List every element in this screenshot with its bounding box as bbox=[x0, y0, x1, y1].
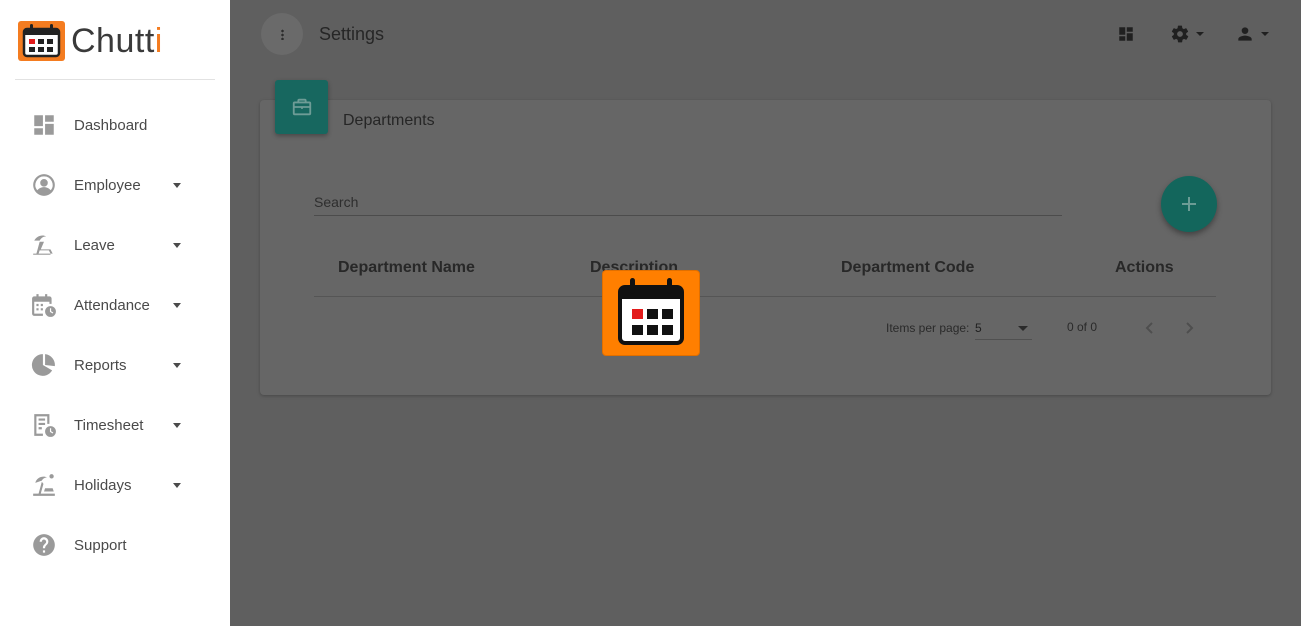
page-range-label: 0 of 0 bbox=[1067, 320, 1098, 334]
caret-down-icon bbox=[1261, 32, 1269, 36]
next-page-button[interactable] bbox=[1179, 318, 1199, 338]
add-department-button[interactable] bbox=[1161, 176, 1217, 232]
page-title: Settings bbox=[319, 24, 385, 44]
sheet-clock-icon bbox=[30, 411, 58, 439]
sidebar-item-label: Support bbox=[74, 536, 127, 554]
person-icon bbox=[1238, 27, 1252, 41]
more-menu-button[interactable] bbox=[261, 13, 303, 55]
sidebar-item-dashboard[interactable]: Dashboard bbox=[0, 95, 230, 155]
chevron-right-icon bbox=[1186, 322, 1194, 334]
sidebar-item-label: Attendance bbox=[74, 296, 150, 314]
sidebar: Chutti Dashboard Employee Leave Attendan… bbox=[0, 0, 230, 626]
sidebar-item-label: Timesheet bbox=[74, 416, 144, 434]
sidebar-item-label: Reports bbox=[74, 356, 127, 374]
caret-down-icon bbox=[173, 363, 181, 368]
loading-spinner bbox=[602, 270, 700, 356]
column-header-department-name[interactable]: Department Name bbox=[338, 259, 475, 277]
sidebar-item-label: Employee bbox=[74, 176, 141, 194]
more-vert-icon bbox=[280, 28, 284, 40]
caret-down-icon bbox=[173, 243, 181, 248]
caret-down-icon bbox=[1196, 32, 1204, 36]
help-circle-icon bbox=[30, 531, 58, 559]
sidebar-nav: Dashboard Employee Leave Attendance Repo… bbox=[0, 95, 230, 575]
sidebar-item-label: Dashboard bbox=[74, 116, 148, 134]
caret-down-icon bbox=[173, 483, 181, 488]
chevron-left-icon bbox=[1145, 322, 1153, 334]
column-header-actions: Actions bbox=[1115, 259, 1174, 276]
table-header-row: Department Name Description Department C… bbox=[314, 252, 1216, 297]
previous-page-button[interactable] bbox=[1140, 318, 1160, 338]
card-badge bbox=[275, 80, 328, 134]
sidebar-item-label: Leave bbox=[74, 236, 115, 254]
dashboard-icon bbox=[1119, 27, 1133, 41]
calendar-clock-icon bbox=[30, 291, 58, 319]
items-per-page-value: 5 bbox=[975, 321, 982, 335]
search-input[interactable] bbox=[314, 189, 1062, 216]
caret-down-icon bbox=[173, 303, 181, 308]
items-per-page-select[interactable]: 5 bbox=[975, 318, 1032, 340]
gear-icon bbox=[1171, 25, 1189, 43]
island-icon bbox=[30, 471, 58, 499]
calendar-loader-icon bbox=[618, 278, 684, 345]
sidebar-item-reports[interactable]: Reports bbox=[0, 335, 230, 395]
departments-card bbox=[260, 100, 1271, 395]
app-name: Chutti bbox=[71, 21, 163, 60]
items-per-page-label: Items per page: bbox=[886, 321, 970, 335]
sidebar-item-timesheet[interactable]: Timesheet bbox=[0, 395, 230, 455]
dropdown-arrow-icon bbox=[1018, 326, 1028, 331]
sidebar-item-attendance[interactable]: Attendance bbox=[0, 275, 230, 335]
sidebar-item-label: Holidays bbox=[74, 476, 132, 494]
dashboard-button[interactable] bbox=[1117, 22, 1135, 46]
beach-chair-icon bbox=[30, 231, 58, 259]
column-header-department-code[interactable]: Department Code bbox=[841, 259, 974, 277]
sidebar-item-holidays[interactable]: Holidays bbox=[0, 455, 230, 515]
app-logo[interactable]: Chutti bbox=[18, 21, 163, 61]
card-title: Departments bbox=[343, 112, 435, 129]
sidebar-item-employee[interactable]: Employee bbox=[0, 155, 230, 215]
plus-icon bbox=[1182, 197, 1196, 211]
calendar-logo-icon bbox=[18, 21, 65, 61]
dashboard-icon bbox=[30, 111, 58, 139]
pie-chart-icon bbox=[30, 351, 58, 379]
settings-menu-button[interactable] bbox=[1170, 22, 1204, 46]
sidebar-item-leave[interactable]: Leave bbox=[0, 215, 230, 275]
user-menu-button[interactable] bbox=[1235, 22, 1269, 46]
main-content: Settings Departments Department Name Des… bbox=[230, 0, 1301, 626]
caret-down-icon bbox=[173, 183, 181, 188]
briefcase-icon bbox=[292, 98, 311, 116]
caret-down-icon bbox=[173, 423, 181, 428]
divider bbox=[15, 79, 215, 80]
user-circle-icon bbox=[30, 171, 58, 199]
sidebar-item-support[interactable]: Support bbox=[0, 515, 230, 575]
